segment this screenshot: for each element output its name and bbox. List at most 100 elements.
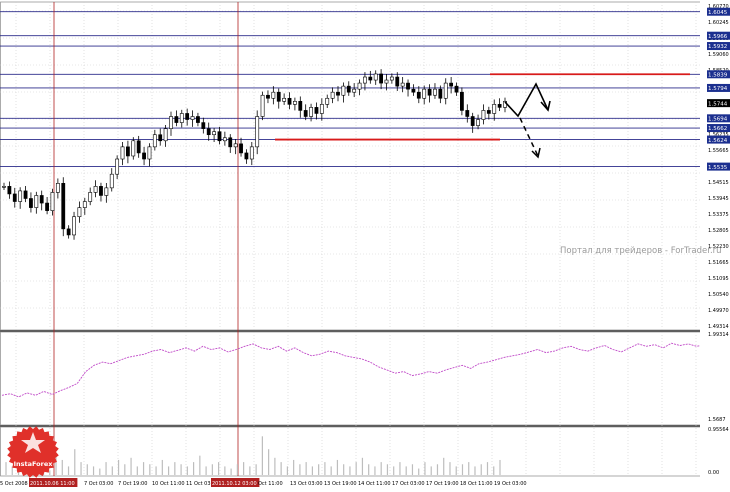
price-chart[interactable]: 1.607701.602451.596601.590601.585201.579…: [0, 0, 730, 488]
watermark-text: Портал для трейдеров - ForTrader.ru: [560, 246, 722, 256]
candle-body: [352, 88, 357, 93]
candle-body: [185, 113, 190, 120]
candle-body: [222, 137, 227, 142]
price-axis-label: 1.49970: [708, 308, 729, 314]
candle-body: [131, 140, 136, 157]
candle-body: [2, 186, 6, 188]
price-tag-label: 1.5966: [708, 34, 728, 40]
price-axis-label: 1.53375: [708, 212, 729, 218]
time-axis-label: Oct 11:00: [258, 481, 283, 487]
candle-body: [400, 82, 405, 87]
candle-body: [115, 158, 120, 175]
candle-body: [422, 88, 427, 99]
candle-body: [481, 110, 486, 120]
price-tag-label: 1.5662: [708, 126, 727, 132]
time-axis-label: 2011.10.12 03:00: [212, 481, 257, 487]
indicator-frame: [0, 331, 701, 426]
candle-body: [443, 82, 448, 99]
time-axis-label: 19 Oct 03:00: [494, 481, 527, 487]
candle-body: [50, 192, 55, 211]
candle-body: [309, 107, 313, 117]
candle-body: [298, 101, 303, 111]
time-axis-label: 10 Oct 11:00: [152, 481, 185, 487]
candle-body: [373, 73, 378, 81]
panel-scale-label: 0.00: [708, 470, 719, 476]
candle-body: [293, 101, 297, 105]
candle-body: [147, 146, 152, 160]
time-axis-label: 5 Oct 2008: [0, 481, 28, 487]
candle-body: [454, 85, 459, 93]
candle-body: [12, 193, 17, 202]
candle-body: [497, 104, 502, 108]
candle-body: [104, 187, 109, 196]
price-tag-label: 1.5624: [708, 138, 728, 144]
candle-body: [325, 97, 330, 105]
time-axis-label: 17 Oct 03:00: [392, 481, 425, 487]
candle-body: [23, 190, 28, 199]
candle-body: [266, 94, 270, 99]
candle-body: [255, 116, 260, 148]
candle-body: [88, 192, 93, 202]
panel-scale-label: 0.95564: [708, 427, 729, 433]
candle-body: [206, 128, 211, 136]
candle-body: [368, 76, 373, 81]
candle-body: [314, 107, 319, 114]
candle-body: [357, 82, 362, 90]
time-axis-label: 7 Oct 19:00: [118, 481, 147, 487]
candle-body: [470, 116, 475, 126]
candle-body: [142, 152, 146, 160]
candle-body: [109, 173, 114, 189]
candle-body: [7, 186, 12, 195]
candle-body: [61, 183, 66, 230]
candle-body: [152, 134, 157, 148]
candle-body: [217, 131, 222, 142]
candle-body: [158, 134, 163, 142]
time-axis-label: 14 Oct 11:00: [358, 481, 391, 487]
candle-body: [379, 73, 383, 84]
price-axis-label: 1.59060: [708, 52, 729, 58]
candle-body: [239, 143, 243, 154]
candle-body: [406, 82, 410, 90]
candle-body: [438, 88, 443, 99]
time-axis-label: 13 Oct 19:00: [324, 481, 357, 487]
candle-body: [271, 91, 276, 99]
candle-body: [433, 88, 437, 96]
candle-body: [34, 195, 39, 208]
time-axis: 5 Oct 2008 2011.10.06 11:00 7 Oct 03:00 7 O…: [0, 478, 527, 487]
price-axis-label: 1.52805: [708, 228, 729, 234]
candle-body: [341, 85, 346, 96]
candle-body: [169, 116, 173, 129]
candle-body: [99, 186, 103, 196]
candle-body: [233, 143, 238, 148]
price-axis-label: 1.53945: [708, 196, 729, 202]
candle-body: [196, 116, 200, 123]
candle-body: [395, 76, 400, 87]
grid-layer: [0, 1, 701, 477]
price-tag-label: 1.5535: [708, 165, 728, 171]
candle-body: [389, 76, 394, 81]
candle-body: [120, 146, 125, 160]
candle-body: [363, 76, 367, 84]
price-axis-label: 1.55665: [708, 148, 729, 154]
candle-body: [45, 202, 49, 211]
chart-window[interactable]: 1.607701.602451.596601.590601.585201.579…: [0, 0, 730, 488]
candle-body: [319, 104, 324, 114]
candle-body: [179, 113, 184, 123]
candle-body: [303, 110, 308, 117]
time-axis-label: 2011.10.06 11:00: [30, 481, 75, 487]
price-axis-label: 1.51095: [708, 276, 729, 282]
candle-body: [163, 128, 168, 142]
candle-body: [276, 91, 281, 102]
price-axis-label: 1.51665: [708, 260, 729, 266]
candle-body: [330, 91, 335, 99]
time-axis-label: 18 Oct 11:00: [460, 481, 493, 487]
candle-body: [66, 228, 71, 236]
candle-body: [411, 88, 416, 93]
candle-body: [249, 146, 254, 160]
candle-body: [39, 195, 44, 204]
price-axis-label: 1.49314: [708, 324, 729, 330]
price-tag-label: 1.5694: [708, 117, 728, 123]
price-axis-label: 1.50540: [708, 292, 729, 298]
candle-body: [82, 201, 87, 208]
price-tag-label: 1.6045: [708, 10, 728, 16]
